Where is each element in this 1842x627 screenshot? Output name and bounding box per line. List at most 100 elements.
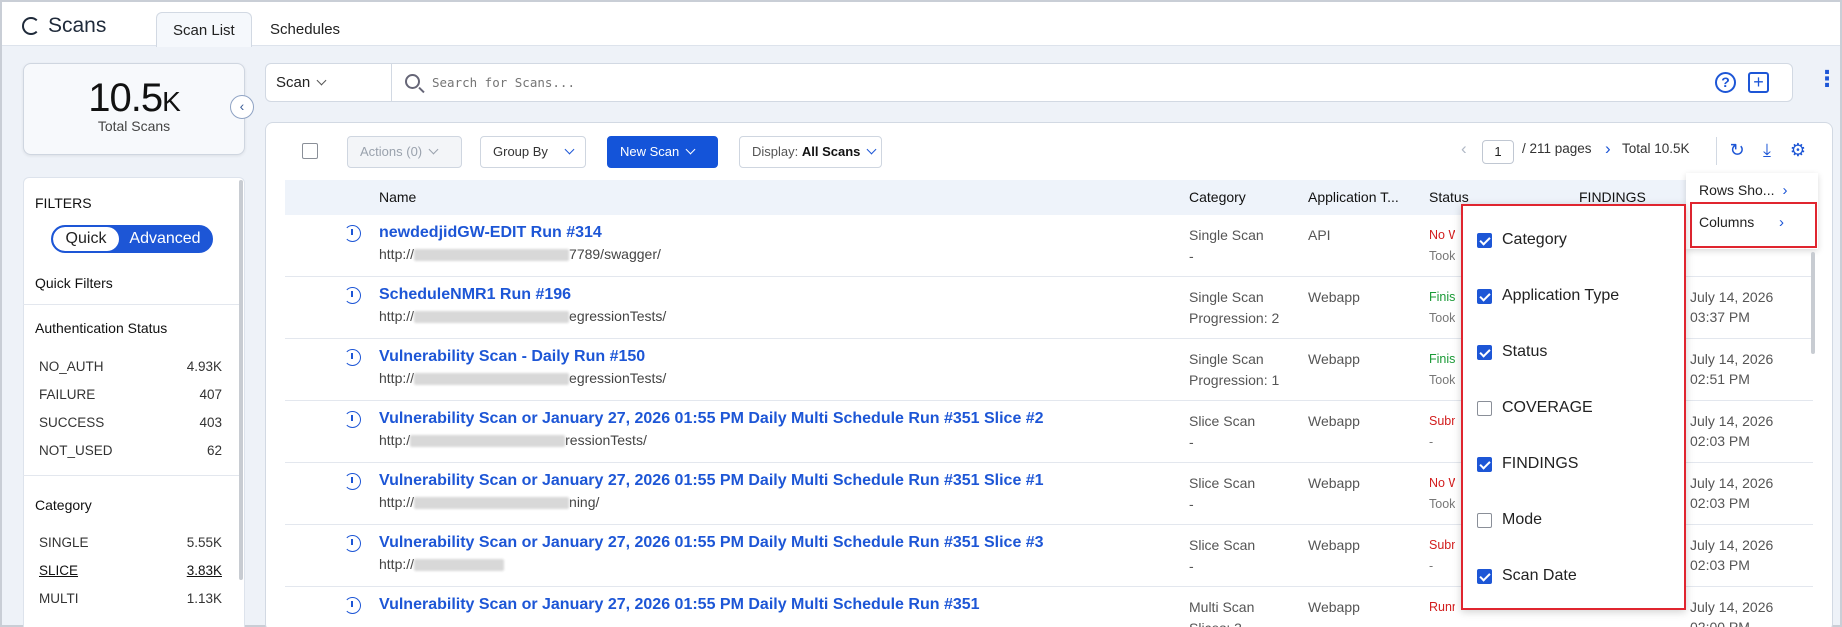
app-type-cell: Webapp (1308, 599, 1360, 615)
status-cell: Subm (1429, 414, 1455, 428)
chevron-down-icon (685, 144, 696, 155)
category-cell: Slice Scan (1189, 413, 1256, 429)
scan-name-link[interactable]: Vulnerability Scan or January 27, 2026 0… (379, 472, 1044, 490)
filter-item-slice[interactable]: SLICE 3.83K (39, 563, 222, 578)
column-checkbox[interactable] (1477, 344, 1492, 360)
scan-name-link[interactable]: Vulnerability Scan or January 27, 2026 0… (379, 410, 1044, 428)
rows-shown-menu-item[interactable]: Rows Sho... › (1699, 182, 1788, 199)
table-scrollbar[interactable] (1811, 252, 1815, 354)
category-cell: Slice Scan (1189, 475, 1256, 491)
filter-item-success[interactable]: SUCCESS 403 (39, 415, 222, 430)
search-icon (405, 74, 420, 89)
chevron-left-icon: ‹ (239, 98, 245, 114)
column-option[interactable]: Status (1477, 343, 1547, 361)
category-sub-cell: Progression: 2 (1189, 310, 1280, 326)
column-checkbox[interactable] (1477, 512, 1492, 528)
search-input[interactable] (432, 68, 1132, 96)
divider (1716, 137, 1717, 165)
column-checkbox[interactable] (1477, 400, 1492, 416)
column-option[interactable]: Category (1477, 231, 1567, 249)
scan-name-link[interactable]: Vulnerability Scan or January 27, 2026 0… (379, 596, 980, 614)
app-title: Scans (48, 14, 107, 37)
scan-name-link[interactable]: Vulnerability Scan or January 27, 2026 0… (379, 534, 1044, 552)
column-option[interactable]: Scan Date (1477, 567, 1577, 585)
app-logo: Scans (22, 14, 106, 38)
column-checkbox[interactable] (1477, 288, 1492, 304)
status-sub-cell: - (1429, 621, 1455, 627)
refresh-icon[interactable]: ↻ (1726, 139, 1748, 161)
page-input[interactable]: 1 (1482, 140, 1514, 164)
status-sub-cell: Took (1429, 373, 1455, 387)
column-header-app-type[interactable]: Application T... (1308, 189, 1399, 205)
column-header-findings[interactable]: FINDINGS (1579, 189, 1646, 205)
help-icon[interactable]: ? (1715, 72, 1736, 93)
status-sub-cell: - (1429, 435, 1434, 449)
column-option[interactable]: FINDINGS (1477, 455, 1578, 473)
scan-date-cell: July 14, 2026 02:51 PM (1690, 351, 1774, 387)
column-header-category[interactable]: Category (1189, 189, 1246, 205)
group-by-button[interactable]: Group By (480, 136, 586, 168)
filters-scrollbar[interactable] (239, 180, 243, 580)
divider (23, 304, 239, 305)
filter-item-single[interactable]: SINGLE 5.55K (39, 535, 222, 550)
status-sub-cell: Took (1429, 497, 1455, 511)
collapse-sidebar-button[interactable]: ‹ (230, 95, 254, 119)
divider (23, 475, 239, 476)
app-type-cell: Webapp (1308, 413, 1360, 429)
column-option[interactable]: Mode (1477, 511, 1542, 529)
filter-item-multi[interactable]: MULTI 1.13K (39, 591, 222, 606)
filter-item-failure[interactable]: FAILURE 407 (39, 387, 222, 402)
scan-name-link[interactable]: ScheduleNMR1 Run #196 (379, 286, 571, 304)
scheduled-clock-icon (344, 535, 361, 552)
column-option[interactable]: Application Type (1477, 287, 1619, 305)
advanced-toggle[interactable]: Advanced (119, 227, 211, 251)
display-select[interactable]: Display: All Scans (739, 136, 882, 168)
category-cell: Multi Scan (1189, 599, 1255, 615)
scan-type-select[interactable]: Scan (265, 63, 392, 102)
category-sub-cell: - (1189, 558, 1194, 574)
actions-button[interactable]: Actions (0) (347, 136, 462, 168)
tab-schedules[interactable]: Schedules (254, 12, 356, 47)
settings-gear-icon[interactable]: ⚙ (1787, 139, 1809, 161)
prev-page-icon[interactable]: ‹ (1461, 139, 1467, 159)
tab-scan-list[interactable]: Scan List (156, 12, 252, 47)
more-options-icon[interactable]: ⋮ (1816, 68, 1838, 90)
column-option[interactable]: COVERAGE (1477, 399, 1593, 417)
redacted-text (414, 249, 570, 262)
add-icon[interactable]: + (1748, 72, 1769, 93)
column-header-status[interactable]: Status (1429, 189, 1469, 205)
new-scan-button[interactable]: New Scan (607, 136, 718, 168)
column-header-name[interactable]: Name (379, 189, 416, 205)
scan-url: http:// (379, 556, 505, 572)
tab-label: Scan List (173, 22, 235, 39)
auth-status-heading: Authentication Status (35, 320, 168, 336)
download-icon[interactable]: ⤓ (1756, 139, 1778, 161)
column-checkbox[interactable] (1477, 232, 1492, 248)
columns-menu-item[interactable]: Columns › (1699, 214, 1784, 231)
scheduled-clock-icon (344, 225, 361, 242)
status-cell: Subm (1429, 538, 1455, 552)
scan-url: http://egressionTests/ (379, 308, 667, 324)
column-checkbox[interactable] (1477, 568, 1492, 584)
scan-date-cell: July 14, 2026 03:37 PM (1690, 289, 1774, 325)
scan-date-cell: July 14, 2026 02:00 PM (1690, 599, 1774, 627)
column-checkbox[interactable] (1477, 456, 1492, 472)
select-all-checkbox[interactable] (302, 143, 318, 159)
category-sub-cell: - (1189, 248, 1194, 264)
status-cell: No W (1429, 476, 1455, 490)
next-page-icon[interactable]: › (1605, 139, 1611, 159)
status-cell: Finish (1429, 352, 1455, 366)
redacted-text (414, 373, 570, 386)
status-cell: No W (1429, 228, 1455, 242)
scan-name-link[interactable]: Vulnerability Scan - Daily Run #150 (379, 348, 645, 366)
filter-item-no-auth[interactable]: NO_AUTH 4.93K (39, 359, 222, 374)
app-type-cell: API (1308, 227, 1331, 243)
filter-mode-toggle[interactable]: Quick Advanced (51, 225, 213, 253)
scan-name-link[interactable]: newdedjidGW-EDIT Run #314 (379, 224, 602, 242)
scheduled-clock-icon (344, 597, 361, 614)
filter-item-not-used[interactable]: NOT_USED 62 (39, 443, 222, 458)
scheduled-clock-icon (344, 473, 361, 490)
scan-type-value: Scan (276, 74, 311, 91)
filters-title: FILTERS (35, 195, 92, 211)
quick-toggle[interactable]: Quick (53, 227, 119, 251)
